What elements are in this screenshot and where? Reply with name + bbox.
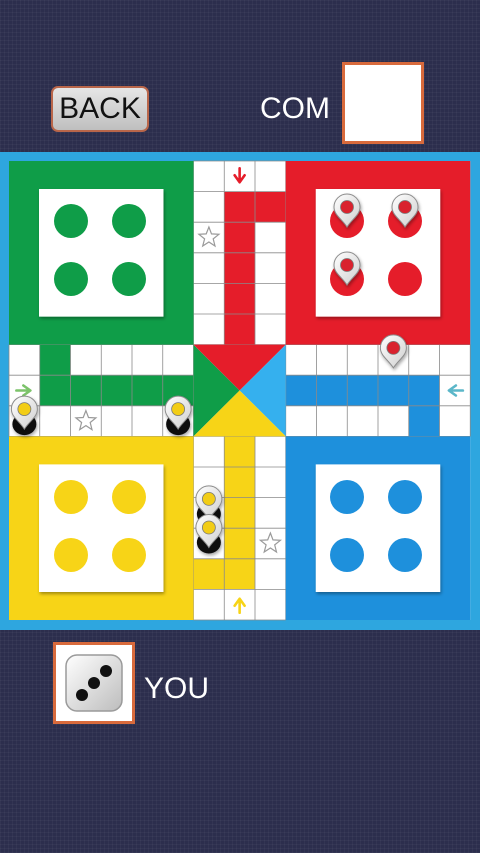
- board-svg: [8, 160, 471, 621]
- track-cell-colored: [224, 497, 255, 529]
- track-cell-colored: [132, 375, 163, 406]
- yellow-home-circle: [112, 538, 146, 572]
- track-cell-colored: [101, 375, 132, 406]
- ludo-board: [0, 152, 480, 630]
- green-home-circle: [54, 262, 88, 296]
- track-cell-colored: [408, 405, 440, 437]
- blue-base-inner: [315, 464, 441, 592]
- dice-pip: [76, 689, 88, 701]
- track-cell-colored: [193, 558, 225, 590]
- blue-home-circle: [388, 538, 422, 572]
- map-pin-icon: [195, 514, 223, 554]
- track-cell-colored: [224, 558, 255, 590]
- green-home-circle: [112, 262, 146, 296]
- dice-pip: [100, 665, 112, 677]
- track-cell-colored: [224, 314, 255, 345]
- track-cell-colored: [224, 528, 255, 559]
- track-cell-colored: [408, 375, 440, 406]
- map-pin-icon: [10, 395, 38, 436]
- track-cell-colored: [255, 191, 286, 223]
- blue-home-circle: [330, 480, 364, 514]
- back-button[interactable]: BACK: [51, 86, 149, 132]
- track-cell-colored: [70, 375, 102, 406]
- blue-home-circle: [388, 480, 422, 514]
- blue-home-circle: [330, 538, 364, 572]
- yellow-home-circle: [112, 480, 146, 514]
- yellow-home-circle: [54, 480, 88, 514]
- player-label: YOU: [144, 672, 210, 705]
- track-cell-colored: [316, 375, 348, 406]
- track-cell-colored: [39, 344, 71, 376]
- track-cell-colored: [224, 467, 255, 498]
- green-base-inner: [39, 189, 164, 317]
- red-home-circle: [388, 262, 422, 296]
- yellow-home-circle: [54, 538, 88, 572]
- track-cell-colored: [347, 375, 378, 406]
- track-cell-colored: [224, 252, 255, 284]
- dice-icon: [65, 654, 123, 712]
- track-cell-colored: [224, 436, 255, 467]
- opponent-dice-box: [342, 62, 424, 144]
- player-dice-box[interactable]: [53, 642, 135, 724]
- opponent-label: COM: [260, 92, 330, 125]
- yellow-base-inner: [39, 464, 164, 592]
- track-cell-colored: [39, 375, 71, 406]
- track-cell-colored: [224, 222, 255, 253]
- green-home-circle: [54, 204, 88, 238]
- track-cell-colored: [224, 283, 255, 314]
- track-cell-colored: [224, 191, 255, 223]
- track-cell-colored: [285, 375, 317, 406]
- track-cell-colored: [378, 375, 409, 406]
- map-pin-icon: [164, 395, 192, 436]
- green-home-circle: [112, 204, 146, 238]
- dice-pip: [88, 677, 100, 689]
